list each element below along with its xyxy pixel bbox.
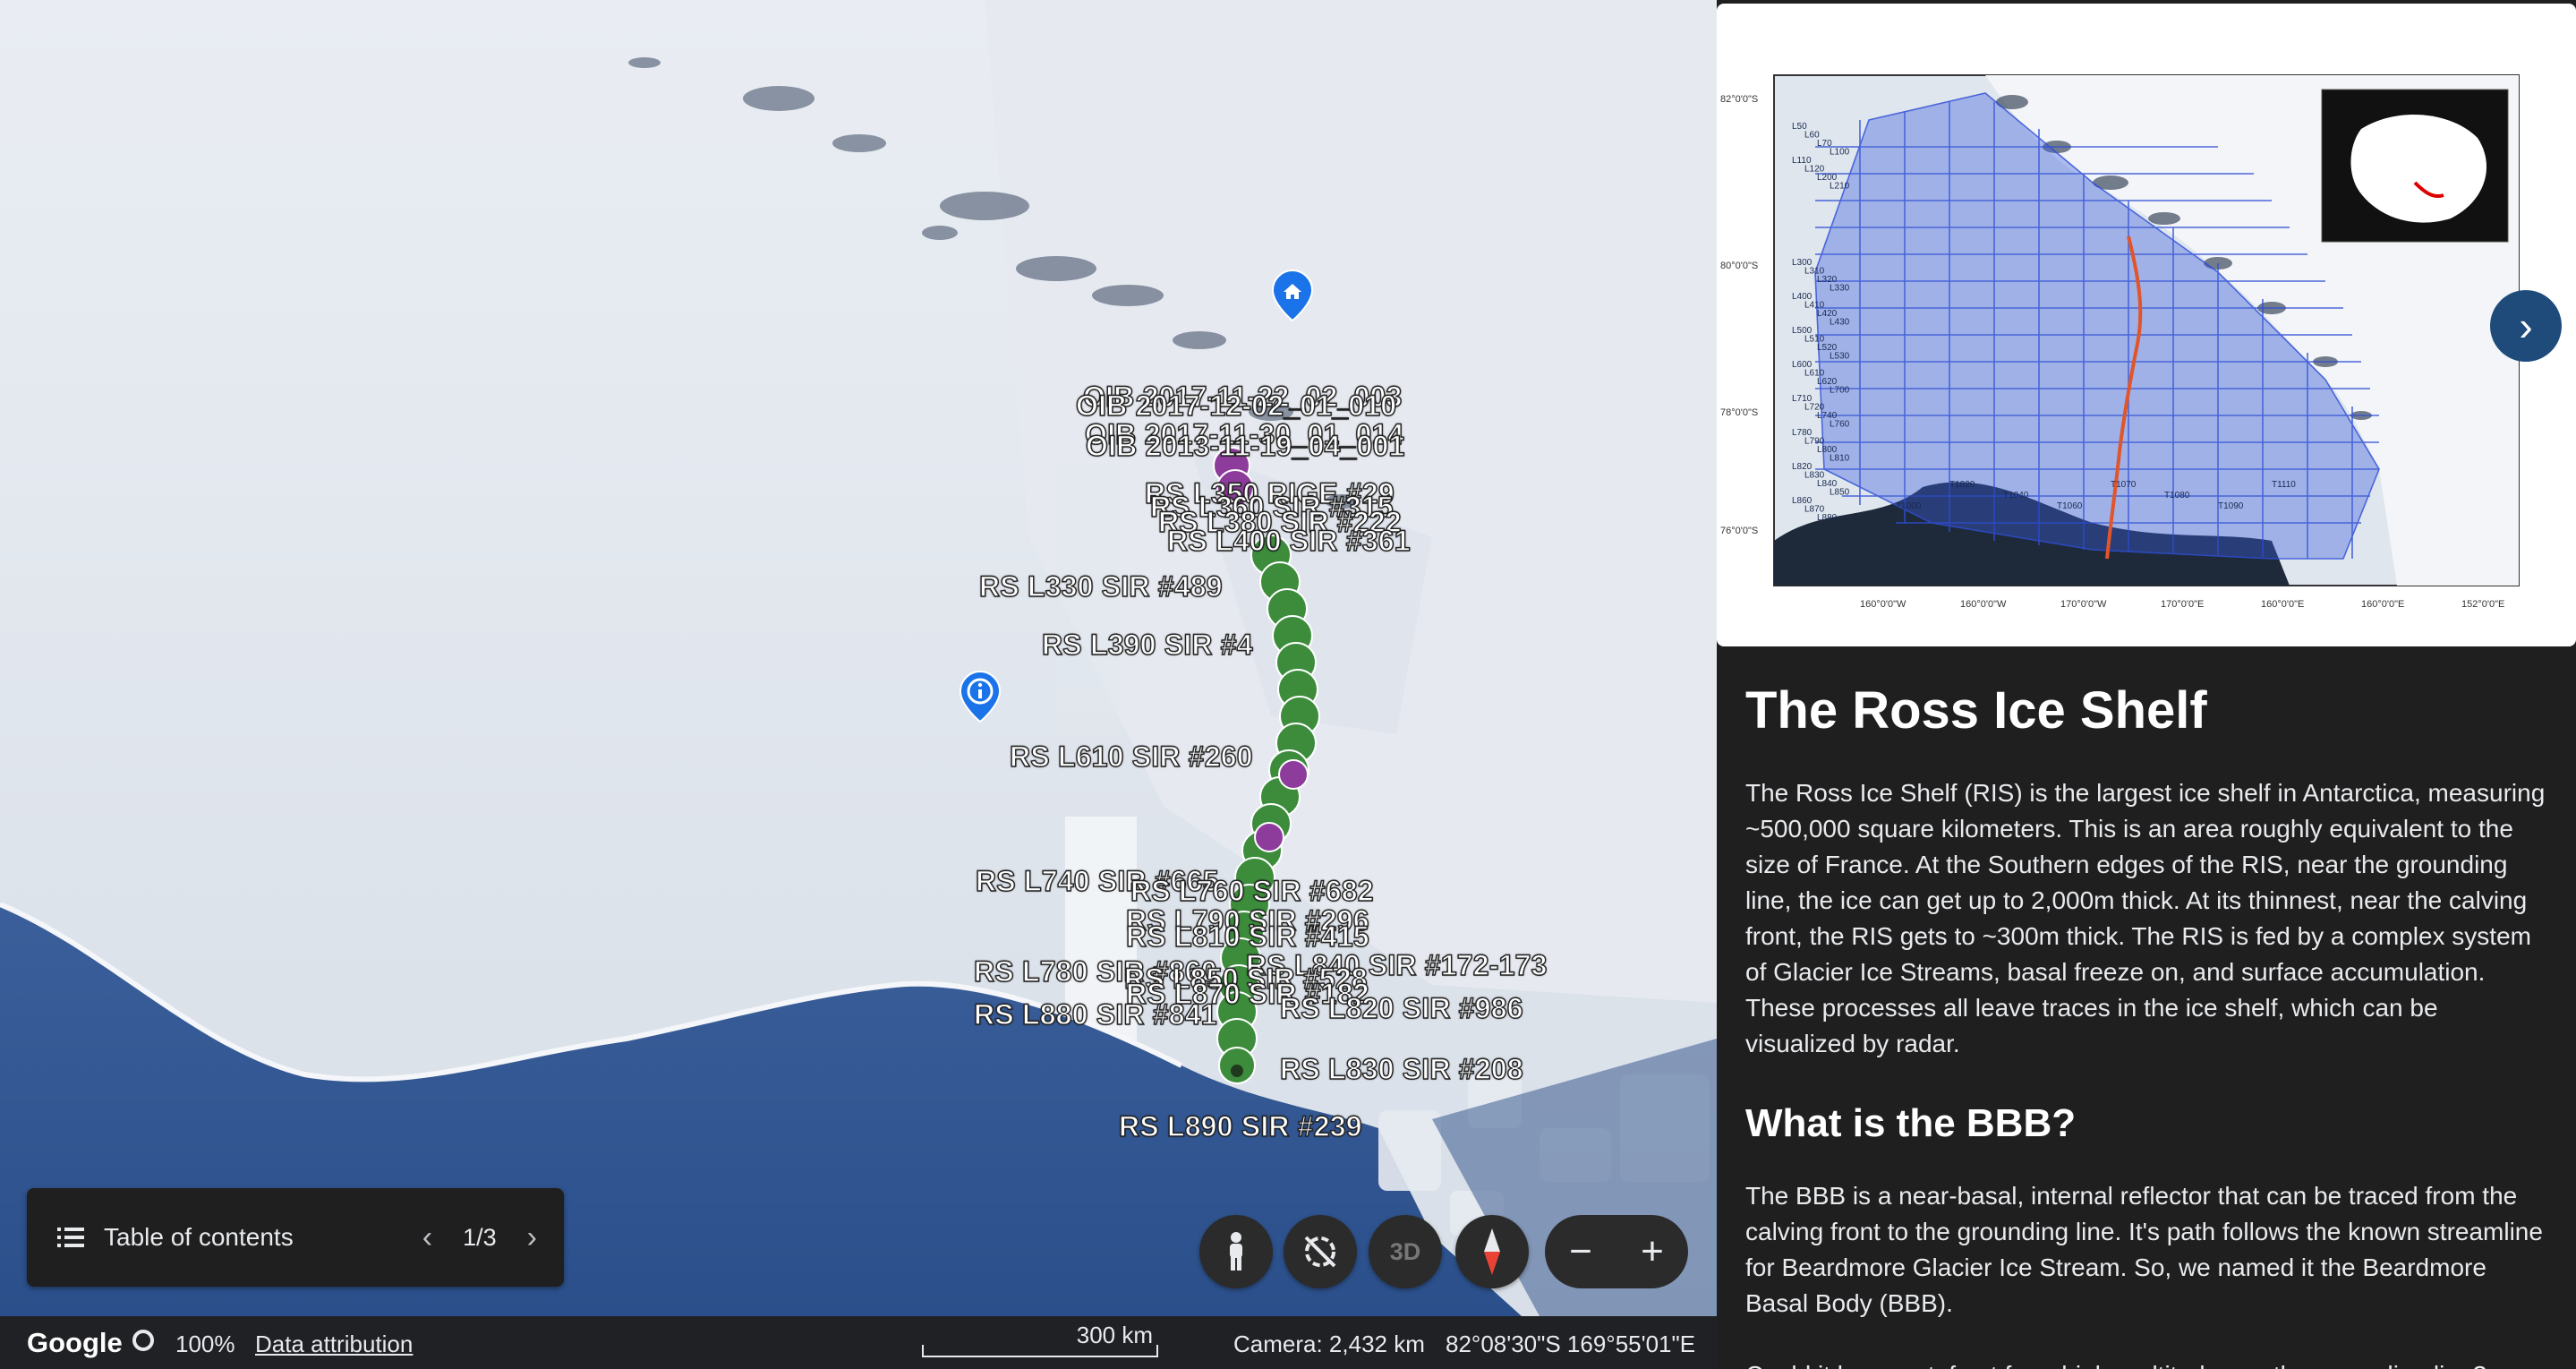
load-percent: 100% [175, 1330, 235, 1357]
survey-line-label: L430 [1830, 318, 1850, 328]
survey-line-label: L850 [1830, 488, 1850, 498]
scale-bar: 300 km [922, 1316, 1158, 1357]
pin-label[interactable]: RS L880 SIR #841 [973, 997, 1217, 1031]
loading-icon [132, 1330, 154, 1351]
lon-label: 170°0'0"W [2060, 599, 2107, 610]
survey-line-label: L700 [1830, 386, 1850, 396]
survey-line-label: T1080 [2164, 491, 2190, 501]
table-of-contents-bar[interactable]: Table of contents ‹ 1/3 › [27, 1188, 564, 1287]
pin-label[interactable]: RS L830 SIR #208 [1279, 1052, 1523, 1086]
survey-line-label: L810 [1830, 454, 1850, 464]
survey-line-label: L330 [1830, 284, 1850, 294]
chevron-right-icon[interactable]: › [527, 1220, 537, 1255]
pin-label[interactable]: OIB 2013-11-19_04_001 [1085, 429, 1405, 463]
google-logo: Google [27, 1327, 123, 1358]
pin-label[interactable]: RS L610 SIR #260 [1009, 740, 1253, 774]
camera-altitude: Camera: 2,432 km [1233, 1330, 1425, 1357]
table-of-contents-label[interactable]: Table of contents [104, 1223, 294, 1252]
chevron-right-icon: › [2519, 303, 2533, 349]
survey-line-label: T1090 [2218, 501, 2244, 511]
scale-bar-line [922, 1345, 1158, 1357]
pin-label[interactable]: RS L330 SIR #489 [978, 569, 1223, 603]
card-paragraph: The BBB is a near-basal, internal reflec… [1745, 1182, 2543, 1317]
pin-label[interactable]: RS L890 SIR #239 [1118, 1109, 1362, 1143]
compass-icon [1484, 1228, 1500, 1275]
page-indicator: 1/3 [463, 1223, 497, 1251]
pin-label[interactable]: RS L820 SIR #986 [1279, 991, 1523, 1025]
chevron-left-icon[interactable]: ‹ [422, 1220, 432, 1255]
ross-ice-shelf-map-figure[interactable]: 82°0'0"S 80°0'0"S 78°0'0"S 76°0'0"S 160°… [1717, 4, 2576, 646]
survey-line-label: L880 [1817, 513, 1838, 523]
pin-label[interactable]: RS L390 SIR #4 [1041, 628, 1253, 662]
lat-label: 82°0'0"S [1720, 94, 1758, 105]
section-heading: What is the BBB? [1745, 1101, 2077, 1145]
survey-line-label: T1070 [2111, 480, 2137, 490]
lat-label: 80°0'0"S [1720, 261, 1758, 271]
survey-line-label: T1000 [1896, 501, 1922, 511]
card-paragraph-partial: Could it be a metafract from higher alti… [1745, 1357, 2551, 1369]
status-bar: Google 100% Data attribution 300 km Came… [0, 1316, 1717, 1369]
zoom-in-button[interactable]: + [1641, 1229, 1664, 1274]
survey-line-label: L100 [1830, 148, 1850, 158]
lon-label: 152°0'0"E [2461, 599, 2504, 610]
satellite-imagery [0, 0, 1717, 1316]
lon-label: 160°0'0"E [2261, 599, 2304, 610]
survey-line-label: T1020 [1949, 480, 1975, 490]
3d-toggle-button[interactable]: 3D [1369, 1215, 1442, 1288]
cursor-coordinates: 82°08'30"S 169°55'01"E [1446, 1330, 1696, 1357]
next-slide-button[interactable]: › [2490, 290, 2562, 362]
pin-label[interactable]: RS L760 SIR #682 [1130, 874, 1374, 908]
zoom-controls[interactable]: − + [1545, 1215, 1688, 1288]
compass-button[interactable] [1455, 1215, 1529, 1288]
home-pin-icon[interactable] [1271, 269, 1314, 327]
orbit-off-icon [1304, 1236, 1336, 1268]
pegman-button[interactable] [1199, 1215, 1273, 1288]
survey-line-label: T1040 [2003, 491, 2029, 501]
lon-label: 160°0'0"E [2361, 599, 2404, 610]
lon-label: 160°0'0"W [1960, 599, 2007, 610]
card-paragraph: The Ross Ice Shelf (RIS) is the largest … [1745, 779, 2546, 1057]
survey-line-label: T1060 [2057, 501, 2083, 511]
person-icon [1230, 1232, 1242, 1271]
survey-line-label: L210 [1830, 182, 1850, 192]
lon-label: 160°0'0"W [1860, 599, 1906, 610]
map-view[interactable]: OIB 2017-11-22_02_003 OIB 2017-12-02_01_… [0, 0, 1717, 1316]
lat-label: 76°0'0"S [1720, 526, 1758, 536]
list-icon [57, 1228, 84, 1247]
orbit-off-button[interactable] [1284, 1215, 1357, 1288]
card-title: The Ross Ice Shelf [1745, 681, 2207, 740]
survey-line-label: L760 [1830, 420, 1850, 430]
info-pin-icon[interactable] [959, 670, 1002, 728]
survey-line-label: T1110 [2272, 480, 2296, 490]
knowledge-card-panel[interactable]: 82°0'0"S 80°0'0"S 78°0'0"S 76°0'0"S 160°… [1717, 0, 2576, 1369]
data-attribution-link[interactable]: Data attribution [255, 1330, 413, 1358]
radar-grid-figure: 82°0'0"S 80°0'0"S 78°0'0"S 76°0'0"S 160°… [1720, 74, 2520, 610]
lon-label: 170°0'0"E [2161, 599, 2204, 610]
survey-line-label: L530 [1830, 352, 1850, 362]
pin-label[interactable]: RS L400 SIR #361 [1166, 524, 1411, 558]
zoom-out-button[interactable]: − [1569, 1229, 1592, 1274]
lat-label: 78°0'0"S [1720, 407, 1758, 418]
